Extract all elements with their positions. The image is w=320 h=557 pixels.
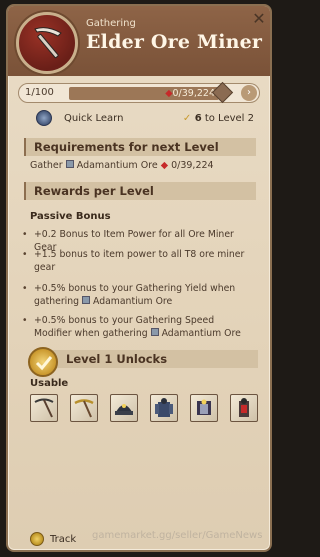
chevron-up-icon: ✓	[182, 113, 195, 124]
level-progress-text: ◆0/39,224	[165, 87, 215, 100]
ore-icon	[82, 296, 91, 304]
reward-bullet: +1.5 bonus to item power to all T8 ore m…	[22, 248, 254, 274]
level-progress-bar: ◆0/39,224	[69, 87, 219, 100]
rewards-heading: Rewards per Level	[24, 182, 256, 200]
unlocks-heading-text: Level 1 Unlocks	[66, 352, 168, 366]
miner-cap-item[interactable]	[110, 394, 138, 422]
level-unlocks-heading: Level 1 Unlocks	[28, 347, 260, 377]
pickaxe-item-2[interactable]	[70, 394, 98, 422]
ore-icon	[150, 328, 159, 336]
rewards-heading-text: Rewards per Level	[34, 184, 154, 198]
requirement-resource: Adamantium Ore	[76, 160, 158, 171]
requirement-row: Gather Adamantium Ore ◆ 0/39,224	[30, 160, 214, 171]
destiny-board-panel: Gathering Elder Ore Miner ✕ 1/100 ◆0/39,…	[6, 4, 272, 552]
fame-gem-icon: ◆	[165, 88, 173, 99]
miner-garb-item[interactable]	[150, 394, 178, 422]
quick-learn-row[interactable]: Quick Learn ✓ 6 to Level 2	[18, 110, 260, 128]
watermark-text: gamemarket.gg/seller/GameNews	[92, 530, 263, 541]
miner-backpack-item[interactable]	[230, 394, 258, 422]
usable-label: Usable	[30, 378, 69, 389]
track-toggle[interactable]: Track	[30, 532, 90, 548]
quick-learn-count: 6	[194, 113, 202, 124]
unlock-items	[30, 394, 260, 424]
unlocks-bar: Level 1 Unlocks	[50, 350, 258, 368]
gather-label: Gather	[30, 160, 63, 171]
quick-learn-label: Quick Learn	[64, 113, 124, 124]
level-bar: 1/100 ◆0/39,224 ›	[18, 81, 260, 104]
pickaxe-icon	[16, 12, 78, 74]
requirements-heading: Requirements for next Level	[24, 138, 256, 156]
quick-learn-target: ✓ 6 to Level 2	[183, 113, 254, 124]
pickaxe-item-1[interactable]	[30, 394, 58, 422]
passive-bonus-label: Passive Bonus	[30, 211, 111, 222]
track-label: Track	[50, 534, 77, 545]
page-title: Elder Ore Miner	[86, 31, 263, 53]
next-level-button[interactable]: ›	[241, 85, 257, 101]
reward-bullet: +0.5% bonus to your Gathering Yield when…	[22, 282, 254, 308]
fame-gem-icon: ◆	[160, 160, 169, 171]
quick-learn-icon	[36, 110, 52, 126]
close-icon[interactable]: ✕	[250, 10, 268, 28]
header-subtitle: Gathering	[86, 18, 136, 29]
level-counter: 1/100	[25, 87, 54, 98]
ore-icon	[65, 160, 74, 168]
reward-bullet-resource: Adamantium Ore	[161, 328, 241, 339]
checkmark-icon	[28, 347, 58, 377]
quick-learn-suffix: to Level 2	[201, 113, 254, 124]
requirements-heading-text: Requirements for next Level	[34, 140, 219, 154]
level-progress-value: 0/39,224	[172, 88, 216, 99]
requirement-amount: 0/39,224	[171, 160, 214, 171]
miner-workboots-item[interactable]	[190, 394, 218, 422]
track-icon	[30, 532, 44, 546]
panel-header: Gathering Elder Ore Miner ✕	[8, 6, 270, 76]
reward-bullet-resource: Adamantium Ore	[93, 296, 173, 307]
reward-bullet: +0.5% bonus to your Gathering Speed Modi…	[22, 314, 254, 340]
